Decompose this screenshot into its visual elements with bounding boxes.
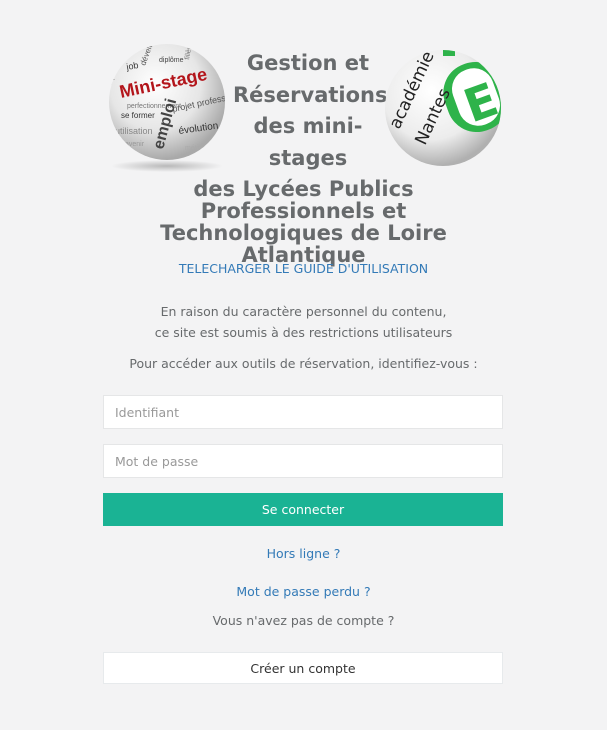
create-account-button[interactable]: Créer un compte [103, 652, 503, 684]
restriction-notice: En raison du caractère personnel du cont… [0, 301, 607, 343]
header: job développer diplôme filière expérienc… [103, 40, 503, 180]
svg-text:diplôme: diplôme [159, 57, 184, 64]
password-input[interactable] [103, 444, 503, 478]
svg-text:métier: métier [185, 145, 205, 152]
svg-text:avenir: avenir [125, 141, 145, 148]
login-page: job développer diplôme filière expérienc… [0, 0, 607, 730]
offline-link[interactable]: Hors ligne ? [0, 546, 607, 561]
svg-text:utilisation: utilisation [115, 126, 153, 136]
no-account-text: Vous n'avez pas de compte ? [212, 613, 395, 628]
page-title-top: Gestion et Réservations des mini-stages [233, 51, 388, 170]
login-button[interactable]: Se connecter [103, 493, 503, 526]
page-title-bottom: des Lycées Publics Professionnels et Tec… [160, 177, 447, 267]
identify-prompt: Pour accéder aux outils de réservation, … [129, 356, 478, 371]
username-input[interactable] [103, 395, 503, 429]
lost-password-link[interactable]: Mot de passe perdu ? [0, 584, 607, 599]
academie-nantes-logo: E académie Nantes [385, 50, 501, 166]
notice-line-1: En raison du caractère personnel du cont… [160, 304, 447, 319]
mini-stage-logo: job développer diplôme filière expérienc… [109, 44, 225, 172]
notice-line-2: ce site est soumis à des restrictions ut… [154, 325, 453, 340]
download-guide-link[interactable]: TELECHARGER LE GUIDE D'UTILISATION [0, 261, 607, 276]
svg-text:se former: se former [121, 111, 155, 120]
